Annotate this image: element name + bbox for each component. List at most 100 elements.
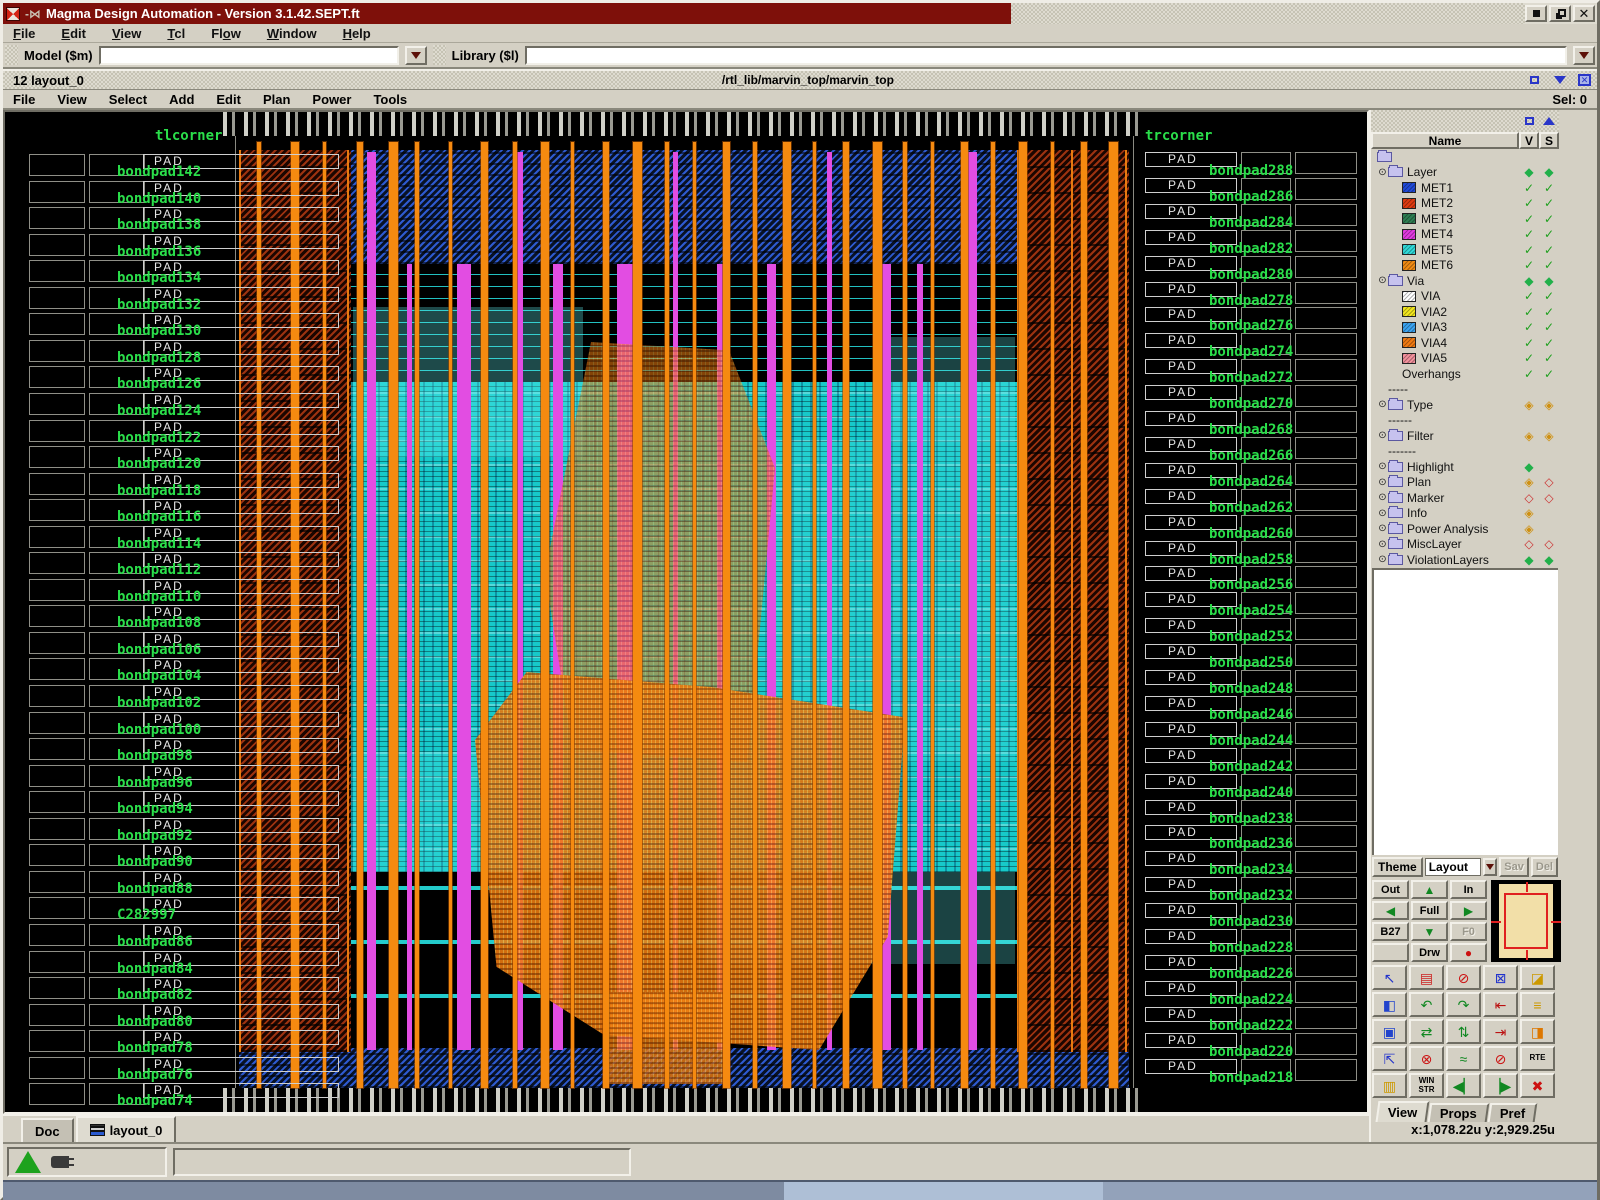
visibility-toggle[interactable]: ✓ <box>1519 212 1539 226</box>
visibility-toggle[interactable]: ◈ <box>1519 506 1539 520</box>
selectability-toggle[interactable]: ◈ <box>1539 429 1559 443</box>
chip-layout-canvas[interactable]: tlcornertrcornerPADbondpad142PADbondpad1… <box>5 112 1367 1112</box>
selectability-toggle[interactable]: ✓ <box>1539 258 1559 272</box>
move-tool[interactable]: ⇱ <box>1372 1046 1407 1071</box>
undo-tool[interactable]: ↶ <box>1409 992 1444 1017</box>
menu-file[interactable]: File <box>13 26 35 41</box>
visibility-toggle[interactable]: ◆ <box>1519 460 1539 474</box>
menu-help[interactable]: Help <box>343 26 371 41</box>
pointer-tool[interactable]: ↖ <box>1372 965 1407 990</box>
status-ok-triangle-icon[interactable] <box>15 1151 41 1173</box>
swap-horizontal-tool[interactable]: ⇄ <box>1409 1019 1444 1044</box>
layer-row-met3[interactable]: MET3✓✓ <box>1371 211 1559 227</box>
layer-row--------[interactable]: ------- <box>1371 444 1559 460</box>
zoom-out-button[interactable]: Out <box>1372 880 1409 899</box>
tree-expander-icon[interactable]: ⊙ <box>1377 477 1388 488</box>
visibility-toggle[interactable]: ◆ <box>1519 165 1539 179</box>
layout-menu-power[interactable]: Power <box>312 92 351 107</box>
visibility-toggle[interactable]: ✓ <box>1519 258 1539 272</box>
visibility-toggle[interactable]: ◈ <box>1519 522 1539 536</box>
pan-down-button[interactable]: ▼ <box>1411 922 1448 941</box>
panel-shade-button[interactable] <box>1540 114 1557 129</box>
layout-menu-add[interactable]: Add <box>169 92 194 107</box>
draw-button[interactable]: Drw <box>1411 943 1448 962</box>
visibility-toggle[interactable]: ✓ <box>1519 196 1539 210</box>
doc-tab-layout_0[interactable]: layout_0 <box>76 1116 177 1142</box>
visibility-toggle[interactable]: ✓ <box>1519 320 1539 334</box>
layer-color-swatch[interactable] <box>1402 229 1416 240</box>
model-combo-input[interactable] <box>99 46 399 65</box>
align-left-tool[interactable]: ⇤ <box>1483 992 1518 1017</box>
menu-edit[interactable]: Edit <box>61 26 86 41</box>
layer-color-swatch[interactable] <box>1402 213 1416 224</box>
visibility-toggle[interactable]: ✓ <box>1519 181 1539 195</box>
panel-tab-view[interactable]: View <box>1376 1101 1430 1122</box>
zoom-full-button[interactable]: Full <box>1411 901 1448 920</box>
theme-select[interactable]: Layout <box>1425 858 1481 876</box>
layer-row-met1[interactable]: MET1✓✓ <box>1371 180 1559 196</box>
window-pin-icon[interactable]: -⋈ <box>25 7 41 21</box>
layout-restore-button[interactable] <box>1526 73 1543 88</box>
layer-row-via2[interactable]: VIA2✓✓ <box>1371 304 1559 320</box>
layer-row-------[interactable]: ------ <box>1371 413 1559 429</box>
selectability-toggle[interactable]: ✓ <box>1539 320 1559 334</box>
visibility-toggle[interactable]: ◈ <box>1519 475 1539 489</box>
tree-expander-icon[interactable]: ⊙ <box>1377 523 1388 534</box>
theme-save-button[interactable]: Sav <box>1499 857 1529 877</box>
titlebar-drag-area[interactable] <box>1011 3 1525 24</box>
tree-expander-icon[interactable]: ⊙ <box>1377 492 1388 503</box>
tree-expander-icon[interactable]: ⊙ <box>1377 554 1388 565</box>
layer-row-power-analysis[interactable]: ⊙Power Analysis◈ <box>1371 521 1559 537</box>
layer-row-via4[interactable]: VIA4✓✓ <box>1371 335 1559 351</box>
name-column-header[interactable]: Name <box>1371 132 1519 149</box>
zoom-in-button[interactable]: In <box>1450 880 1487 899</box>
layer-row------[interactable]: ----- <box>1371 382 1559 398</box>
draw-mode-icon[interactable]: ● <box>1450 943 1487 962</box>
maximize-button[interactable] <box>1549 5 1571 22</box>
visibility-toggle[interactable]: ◆ <box>1519 553 1539 567</box>
theme-dropdown-button[interactable] <box>1483 858 1498 876</box>
visibility-toggle[interactable]: ◇ <box>1519 537 1539 551</box>
library-field-input[interactable] <box>525 46 1567 65</box>
layout-menu-plan[interactable]: Plan <box>263 92 290 107</box>
layer-color-swatch[interactable] <box>1402 306 1416 317</box>
redo-tool[interactable]: ↷ <box>1446 992 1481 1017</box>
tree-expander-icon[interactable]: ⊙ <box>1377 430 1388 441</box>
step-back-button[interactable]: ◀▏ <box>1446 1073 1481 1098</box>
menu-flow[interactable]: Flow <box>211 26 241 41</box>
layer-row-misclayer[interactable]: ⊙MiscLayer◇◇ <box>1371 537 1559 553</box>
select-props-tool[interactable]: ▤ <box>1409 965 1444 990</box>
selectability-toggle[interactable]: ◇ <box>1539 537 1559 551</box>
selectability-toggle[interactable]: ✓ <box>1539 367 1559 381</box>
no-double-tool[interactable]: ⊗ <box>1409 1046 1444 1071</box>
selectability-toggle[interactable]: ◇ <box>1539 491 1559 505</box>
fill-tool[interactable]: ◧ <box>1372 992 1407 1017</box>
layer-row-via[interactable]: ⊙Via◆◆ <box>1371 273 1559 289</box>
command-input[interactable] <box>173 1148 631 1176</box>
pan-up-button[interactable]: ▲ <box>1411 880 1448 899</box>
spare-button[interactable] <box>1372 943 1409 962</box>
minimap[interactable] <box>1491 880 1561 962</box>
align-right-tool[interactable]: ⇥ <box>1483 1019 1518 1044</box>
theme-button[interactable]: Theme <box>1372 857 1423 877</box>
panel-restore-button[interactable] <box>1521 114 1538 129</box>
area-select-tool[interactable]: ◪ <box>1520 965 1555 990</box>
visible-column-header[interactable]: V <box>1519 132 1539 149</box>
pan-left-button[interactable]: ◀ <box>1372 901 1409 920</box>
layer-row-layer[interactable]: ⊙Layer◆◆ <box>1371 165 1559 181</box>
layer-row-info[interactable]: ⊙Info◈ <box>1371 506 1559 522</box>
tree-expander-icon[interactable]: ⊙ <box>1377 399 1388 410</box>
selectability-toggle[interactable]: ✓ <box>1539 227 1559 241</box>
bus-tool[interactable]: ▥ <box>1372 1073 1407 1098</box>
tree-expander-icon[interactable]: ⊙ <box>1377 508 1388 519</box>
selectability-toggle[interactable]: ✓ <box>1539 181 1559 195</box>
visibility-toggle[interactable]: ◆ <box>1519 274 1539 288</box>
visibility-toggle[interactable]: ✓ <box>1519 351 1539 365</box>
layer-row-violationlayers[interactable]: ⊙ViolationLayers◆◆ <box>1371 552 1559 568</box>
menu-view[interactable]: View <box>112 26 141 41</box>
layer-color-swatch[interactable] <box>1402 260 1416 271</box>
layer-color-swatch[interactable] <box>1402 337 1416 348</box>
paint-tool[interactable]: ◨ <box>1520 1019 1555 1044</box>
theme-delete-button[interactable]: Del <box>1531 857 1558 877</box>
selectability-toggle[interactable]: ✓ <box>1539 243 1559 257</box>
